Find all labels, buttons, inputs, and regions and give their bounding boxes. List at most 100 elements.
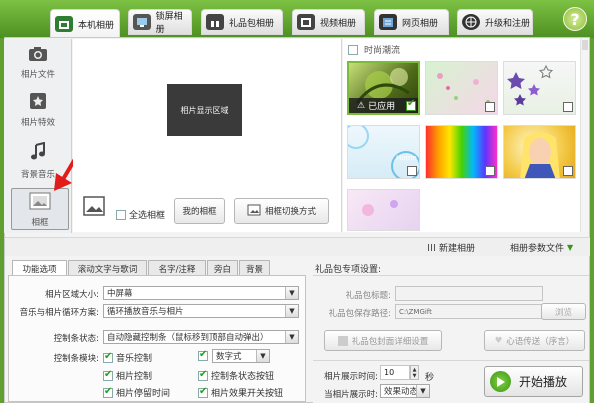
tab-web-album[interactable]: 网页相册 — [374, 9, 449, 35]
button-label: 我的相框 — [182, 207, 217, 217]
button-label: 礼品包封面详细设置 — [351, 336, 429, 347]
seconds-unit: 秒 — [425, 373, 435, 383]
chevron-down-icon: ▼ — [256, 350, 269, 362]
time-spinner[interactable]: ▲ ▼ — [410, 365, 419, 380]
gift-title-input[interactable] — [395, 286, 543, 301]
image-icon — [83, 196, 105, 219]
frame-gallery: 时尚潮流 ⚠ 已应用 ✔ Home — [343, 39, 588, 232]
gift-cover-settings-button[interactable]: 礼品包封面详细设置 — [324, 330, 442, 351]
button-label: 心语传送（序言） — [506, 336, 575, 347]
help-button[interactable]: ? — [563, 7, 587, 31]
photo-display-area: 相片显示区域 — [167, 84, 242, 136]
frame-thumbnail-7[interactable] — [347, 189, 420, 231]
select-value: 循环播放音乐与相片 — [107, 307, 184, 317]
tab-label: 视频相册 — [320, 18, 357, 29]
thumbnail-checkbox[interactable] — [485, 102, 495, 112]
digital-style-select[interactable]: 数字式 ▼ — [212, 349, 270, 363]
digital-checkbox[interactable] — [198, 349, 208, 361]
input-value: C:\ZMGift — [399, 307, 432, 316]
tab-video-album[interactable]: 视频相册 — [292, 9, 365, 35]
chevron-down-icon: ▼ — [285, 331, 298, 343]
checkbox-box — [103, 386, 113, 398]
effect-switch-button-checkbox[interactable]: 相片效果开关按钮 — [198, 386, 283, 399]
photo-album-icon — [55, 16, 73, 32]
sidebar-item-frame[interactable]: 相框 — [11, 188, 69, 230]
tab-local-album[interactable]: 本机相册 — [50, 9, 120, 38]
tab-label: 网页相册 — [402, 18, 439, 29]
photo-control-checkbox[interactable]: 相片控制 — [103, 369, 152, 382]
browse-button[interactable]: 浏览 — [541, 303, 586, 320]
area-size-label: 相片区域大小: — [45, 290, 99, 300]
thumbnail-checkbox[interactable] — [407, 166, 417, 176]
switch-effect-label: 当相片展示时: — [324, 390, 378, 400]
tab-scrolling-text[interactable]: 滚动文字与歌词 — [68, 260, 147, 276]
photo-stay-time-checkbox[interactable]: 相片停留时间 — [103, 386, 170, 399]
frame-thumbnail-5[interactable] — [425, 125, 498, 179]
gallery-header: 时尚潮流 — [348, 43, 400, 56]
area-size-select[interactable]: 中屏幕 ▼ — [103, 286, 299, 300]
thumbnail-checkbox[interactable] — [563, 102, 573, 112]
applied-label: 已应用 — [368, 102, 396, 112]
frame-thumbnail-4[interactable]: Home — [347, 125, 420, 179]
checkbox-box — [103, 351, 113, 363]
thumbnail-checkbox[interactable]: ✔ — [406, 98, 416, 111]
sidebar-item-label: 相片文件 — [20, 70, 55, 80]
effects-icon — [28, 92, 48, 113]
gallery-select-checkbox[interactable] — [348, 44, 358, 55]
frame-switch-mode-button[interactable]: 相框切换方式 — [234, 198, 329, 224]
control-module-label: 控制条模块: — [53, 354, 99, 364]
select-all-checkbox[interactable]: 全选相框 — [116, 208, 165, 221]
tab-gift-album[interactable]: 礼品包相册 — [201, 9, 283, 35]
frame-switch-icon — [247, 204, 261, 219]
divider — [313, 275, 589, 276]
tab-narration[interactable]: 旁白 — [207, 260, 238, 276]
tab-upgrade-register[interactable]: 升级和注册 — [457, 9, 533, 35]
tab-label: 礼品包相册 — [229, 18, 275, 29]
thumbnail-checkbox[interactable] — [563, 166, 573, 176]
play-icon — [490, 371, 511, 392]
globe-icon — [462, 14, 480, 30]
tab-background[interactable]: 背景 — [239, 260, 270, 276]
button-label: 浏览 — [554, 307, 572, 318]
album-params-button[interactable]: 相册参数文件 ▼ — [510, 241, 573, 254]
button-label: 相框切换方式 — [264, 207, 316, 217]
thumbnail-checkbox[interactable] — [485, 166, 495, 176]
divider — [313, 360, 589, 361]
checkbox-box — [103, 369, 113, 381]
frame-thumbnail-1[interactable]: ⚠ 已应用 ✔ — [347, 61, 420, 115]
tab-lockscreen-album[interactable]: 锁屏相册 — [128, 9, 192, 35]
checkbox-box — [116, 209, 126, 220]
chevron-down-icon: ▼ — [567, 243, 574, 252]
gallery-scrollbar[interactable] — [580, 39, 589, 232]
chevron-down-icon: ▼ — [285, 305, 298, 317]
frame-thumbnail-6[interactable] — [503, 125, 576, 179]
checkbox-label: 相片控制 — [116, 372, 153, 382]
my-frames-button[interactable]: 我的相框 — [174, 198, 225, 224]
input-value: 10 — [384, 368, 395, 377]
music-control-checkbox[interactable]: 音乐控制 — [103, 351, 152, 364]
frame-thumbnail-2[interactable] — [425, 61, 498, 115]
loop-scheme-select[interactable]: 循环播放音乐与相片 ▼ — [103, 304, 299, 318]
frame-icon — [29, 192, 51, 213]
display-time-input[interactable]: 10 — [380, 365, 410, 380]
function-options-panel: 相片区域大小: 中屏幕 ▼ 音乐与相片循环方案: 循环播放音乐与相片 ▼ 控制条状态… — [8, 275, 306, 402]
checkbox-box — [198, 369, 208, 381]
grid-icon — [428, 244, 435, 251]
save-path-label: 礼品包保存路径: — [328, 309, 391, 319]
heart-icon: ♥ — [494, 335, 503, 346]
switch-effect-select[interactable]: 效果动态 ▼ — [380, 384, 430, 398]
film-icon — [297, 14, 315, 30]
start-play-button[interactable]: 开始播放 — [484, 366, 583, 397]
heart-message-button[interactable]: ♥ 心语传送（序言） — [484, 330, 585, 351]
album-action-strip: 新建相册 相册参数文件 ▼ — [5, 237, 590, 256]
frame-thumbnail-3[interactable] — [503, 61, 576, 115]
new-album-button[interactable]: 新建相册 — [428, 241, 475, 254]
control-state-select[interactable]: 自动隐藏控制条（鼠标移到顶部自动弹出） ▼ — [103, 330, 299, 344]
chevron-down-icon: ▼ — [416, 385, 429, 397]
tab-name-note[interactable]: 名字/注释 — [148, 260, 206, 276]
warning-icon: ⚠ — [357, 100, 366, 111]
sidebar-item-photo-files[interactable]: 相片文件 — [4, 43, 72, 85]
control-state-button-checkbox[interactable]: 控制条状态按钮 — [198, 369, 274, 382]
checkbox-label: 音乐控制 — [116, 354, 153, 364]
gift-icon — [206, 14, 224, 30]
